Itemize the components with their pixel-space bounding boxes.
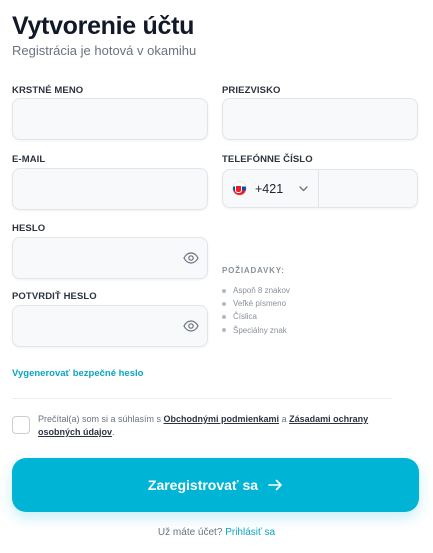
first-name-input[interactable] [13, 99, 207, 139]
chevron-down-icon [299, 185, 308, 191]
page-subtitle: Registrácia je hotová v okamihu [12, 43, 197, 58]
password-field-wrapper [12, 237, 208, 279]
bullet-icon [222, 301, 226, 306]
last-name-field-wrapper [222, 98, 418, 140]
requirements-title: POŽIADAVKY: [222, 266, 285, 275]
password-label: HESLO [12, 223, 46, 234]
bullet-icon [222, 328, 226, 333]
bullet-icon [222, 314, 226, 319]
email-field-wrapper [12, 168, 208, 210]
terms-checkbox[interactable] [12, 416, 30, 434]
generate-password-link[interactable]: Vygenerovať bezpečné heslo [12, 368, 143, 379]
email-input[interactable] [13, 169, 207, 209]
eye-icon[interactable] [183, 252, 199, 264]
confirm-password-label: POTVRDIŤ HESLO [12, 291, 97, 302]
first-name-label: KRSTNÉ MENO [12, 85, 84, 96]
eye-icon[interactable] [183, 320, 199, 332]
requirement-item: Veľké písmeno [222, 297, 290, 310]
requirement-item: Číslica [222, 310, 290, 323]
requirement-item: Aspoň 8 znakov [222, 284, 290, 297]
confirm-password-input[interactable] [13, 306, 207, 346]
divider [12, 398, 392, 399]
arrow-right-icon [268, 479, 282, 491]
page-title: Vytvorenie účtu [12, 12, 195, 40]
phone-input[interactable] [319, 170, 419, 207]
last-name-label: PRIEZVISKO [222, 85, 281, 96]
first-name-field-wrapper [12, 98, 208, 140]
bullet-icon [222, 288, 226, 293]
login-question: Už máte účet? [157, 527, 223, 538]
login-link[interactable]: Prihlásiť sa [225, 527, 275, 538]
login-prompt: Už máte účet? Prihlásiť sa [0, 527, 433, 538]
requirements-list: Aspoň 8 znakov Veľké písmeno Číslica Špe… [222, 284, 290, 337]
register-button-label: Zaregistrovať sa [147, 477, 259, 493]
country-code-select[interactable]: +421 [223, 170, 319, 207]
slovakia-flag-icon [233, 182, 246, 195]
email-label: E-MAIL [12, 154, 46, 165]
country-code-value: +421 [255, 181, 284, 196]
password-input[interactable] [13, 238, 207, 278]
terms-link[interactable]: Obchodnými podmienkami [164, 414, 280, 424]
phone-field-wrapper: +421 [222, 169, 419, 208]
register-button[interactable]: Zaregistrovať sa [12, 458, 419, 512]
requirement-item: Špeciálny znak [222, 324, 290, 337]
phone-label: TELEFÓNNE ČÍSLO [222, 154, 313, 165]
last-name-input[interactable] [223, 99, 417, 139]
terms-text: Prečítal(a) som si a súhlasím s Obchodný… [38, 414, 369, 437]
confirm-password-field-wrapper [12, 305, 208, 347]
